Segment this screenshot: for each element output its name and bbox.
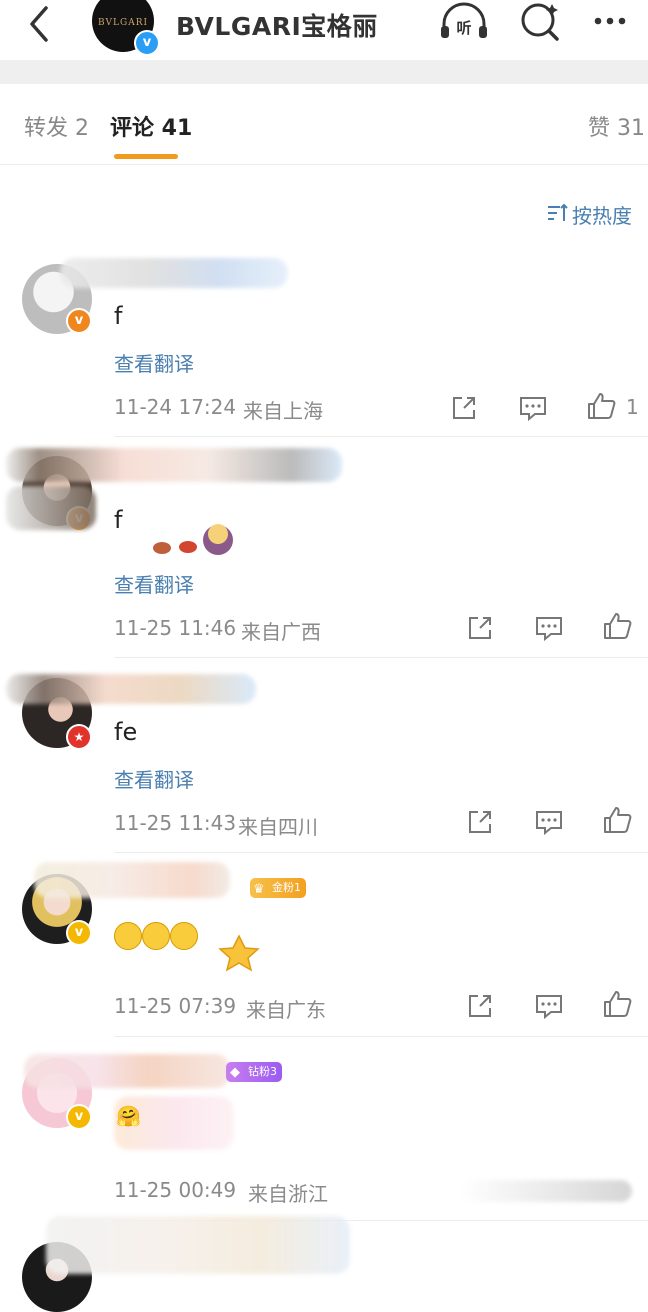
verified-badge-icon: v — [66, 920, 92, 946]
action-row-blurred — [460, 1180, 632, 1202]
username-blurred[interactable] — [46, 1216, 350, 1274]
smile-emoji-icon — [114, 922, 142, 950]
comment-time: 11-25 11:43 — [114, 811, 237, 835]
fan-badge-label: 钻粉3 — [248, 1065, 277, 1078]
username-blurred[interactable] — [24, 1054, 230, 1088]
fan-level-badge: ◆ 钻粉3 — [226, 1062, 282, 1082]
hug-emoji-icon: 🤗 — [116, 1104, 141, 1128]
comment-divider — [114, 1036, 648, 1037]
sort-icon[interactable] — [546, 203, 568, 223]
verified-badge-icon: v — [66, 1104, 92, 1130]
fan-level-badge: ♛ 金粉1 — [250, 878, 306, 898]
comment-divider — [114, 852, 648, 853]
username-blurred[interactable] — [34, 862, 230, 898]
header-separator — [0, 60, 648, 84]
like-count: 1 — [626, 395, 639, 419]
username-blurred[interactable] — [6, 448, 342, 482]
candy-emoji-icon — [146, 520, 236, 560]
comment-location: 来自四川 — [238, 815, 318, 839]
view-translation-link[interactable]: 查看翻译 — [114, 569, 194, 598]
comment-divider — [114, 436, 648, 437]
comment-time: 11-25 00:49 — [114, 1178, 237, 1202]
back-arrow-icon[interactable] — [22, 2, 62, 42]
comment-location: 来自浙江 — [248, 1182, 328, 1206]
tab-likes[interactable]: 赞 31 — [588, 110, 645, 142]
reply-icon[interactable] — [533, 806, 565, 838]
share-icon[interactable] — [464, 990, 496, 1022]
diamond-icon: ◆ — [230, 1065, 240, 1080]
star-badge-icon — [218, 934, 260, 972]
tabs-divider — [0, 164, 648, 165]
comment-text: f — [114, 506, 123, 534]
comment-text: f — [114, 302, 123, 330]
verified-badge-icon: v — [134, 30, 160, 56]
tab-comments[interactable]: 评论 41 — [110, 110, 192, 142]
svg-text:听: 听 — [456, 19, 471, 37]
top-bar: BVLGARI v BVLGARI宝格丽 听 — [0, 0, 648, 60]
comment-time: 11-24 17:24 — [114, 395, 237, 419]
smile-emoji-icon — [170, 922, 198, 950]
view-translation-link[interactable]: 查看翻译 — [114, 764, 194, 793]
fan-badge-label: 金粉1 — [272, 881, 301, 894]
comment-location: 来自上海 — [243, 399, 323, 423]
avatar-logo-text: BVLGARI — [97, 18, 149, 28]
red-star-badge-icon: ★ — [66, 724, 92, 750]
like-thumb-icon[interactable] — [602, 804, 634, 836]
like-thumb-icon[interactable] — [602, 610, 634, 642]
comment-text: fe — [114, 718, 138, 746]
like-thumb-icon[interactable] — [602, 988, 634, 1020]
listen-headphones-icon[interactable]: 听 — [438, 0, 490, 44]
comment-time: 11-25 11:46 — [114, 616, 237, 640]
like-thumb-icon[interactable] — [586, 390, 618, 422]
share-icon[interactable] — [448, 392, 480, 424]
sort-by-hot-button[interactable]: 按热度 — [572, 200, 632, 229]
comment-location: 来自广西 — [241, 620, 321, 644]
reply-icon[interactable] — [533, 612, 565, 644]
smile-emoji-icon — [142, 922, 170, 950]
search-icon[interactable] — [514, 0, 566, 44]
crown-icon: ♛ — [253, 882, 265, 897]
reply-icon[interactable] — [517, 392, 549, 424]
avatar-blur — [6, 486, 96, 530]
active-tab-indicator — [114, 154, 178, 159]
view-translation-link[interactable]: 查看翻译 — [114, 348, 194, 377]
comment-divider — [114, 657, 648, 658]
username-blurred[interactable] — [60, 258, 288, 288]
username-blurred[interactable] — [6, 674, 256, 704]
reply-icon[interactable] — [533, 990, 565, 1022]
account-title[interactable]: BVLGARI宝格丽 — [176, 7, 378, 43]
comment-time: 11-25 07:39 — [114, 994, 237, 1018]
smile-emojis — [114, 920, 264, 972]
share-icon[interactable] — [464, 806, 496, 838]
more-options-icon[interactable] — [586, 0, 638, 44]
verified-badge-icon: v — [66, 308, 92, 334]
comment-location: 来自广东 — [246, 998, 326, 1022]
tab-repost[interactable]: 转发 2 — [24, 110, 89, 142]
share-icon[interactable] — [464, 612, 496, 644]
